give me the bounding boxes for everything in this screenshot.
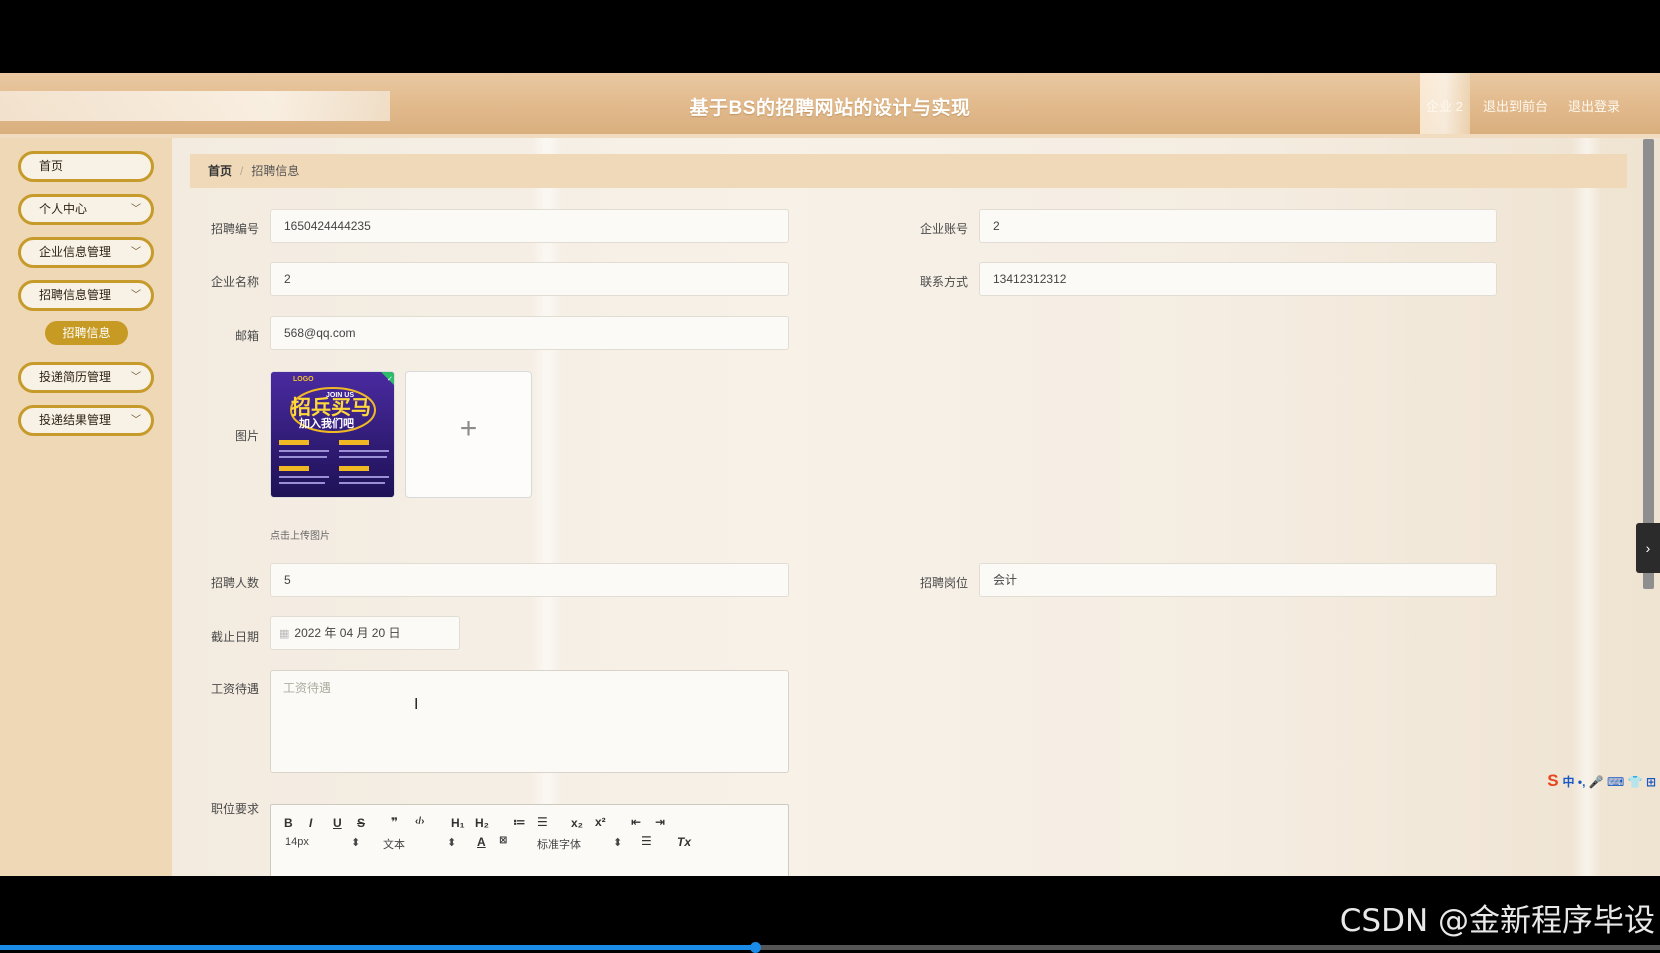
top-header: 基于BS的招聘网站的设计与实现 企业 2 退出到前台 退出登录 <box>0 73 1660 138</box>
h2-button[interactable]: H₂ <box>475 816 489 830</box>
requirement-label: 职位要求 <box>210 802 259 816</box>
svg-text:招兵买马: 招兵买马 <box>291 395 371 419</box>
video-progress-bar[interactable] <box>0 942 1660 953</box>
email-label: 邮箱 <box>234 329 259 343</box>
text-cursor-icon: Ⅰ <box>414 696 419 713</box>
contact-field[interactable]: 13412312312 <box>979 262 1497 296</box>
strike-button[interactable]: S <box>357 816 365 830</box>
chevron-down-icon: ﹀ <box>131 372 141 383</box>
breadcrumb-home[interactable]: 首页 <box>208 164 232 178</box>
outdent-button[interactable]: ⇤ <box>631 815 641 829</box>
svg-text:加入我们吧: 加入我们吧 <box>298 416 354 430</box>
recruit-no-field[interactable]: 1650424444235 <box>270 209 789 243</box>
bold-button[interactable]: B <box>284 816 293 830</box>
h1-button[interactable]: H₁ <box>451 816 465 830</box>
clear-format-button[interactable]: Tx <box>677 835 691 849</box>
salary-textarea[interactable]: 工资待遇 <box>270 670 789 773</box>
svg-text:✓: ✓ <box>387 375 393 383</box>
progress-knob[interactable] <box>750 942 761 953</box>
sidebar-item-recruit-info-mgmt[interactable]: 招聘信息管理 ﹀ <box>18 280 154 311</box>
sogou-icon: S <box>1547 771 1559 790</box>
svg-text:LOGO: LOGO <box>293 376 314 383</box>
deadline-date-picker[interactable]: ▦ 2022 年 04 月 20 日 <box>270 616 460 650</box>
uploaded-poster-image[interactable]: LOGO JOIN US 招兵买马 加入我们吧 ✓ <box>270 371 395 498</box>
indent-button[interactable]: ⇥ <box>655 815 665 829</box>
image-upload-button[interactable]: + <box>405 371 532 498</box>
salary-label: 工资待遇 <box>210 682 259 696</box>
recruit-no-label: 招聘编号 <box>210 222 259 236</box>
chevron-down-icon: ﹀ <box>131 204 141 215</box>
app-window: 基于BS的招聘网站的设计与实现 企业 2 退出到前台 退出登录 首页 个人中心 ﹀… <box>0 73 1660 876</box>
requirement-rich-editor[interactable]: B I U S ❞ ‹/› H₁ H₂ ≔ ☰ x₂ x² ⇤ ⇥ 14px ⬍… <box>270 804 789 876</box>
chevron-down-icon: ﹀ <box>131 415 141 426</box>
company-name-label: 企业名称 <box>210 275 259 289</box>
headcount-label: 招聘人数 <box>210 576 259 590</box>
company-account-label: 企业账号 <box>919 222 968 236</box>
subscript-button[interactable]: x₂ <box>571 816 583 830</box>
breadcrumb-current: 招聘信息 <box>251 164 300 178</box>
contact-label: 联系方式 <box>919 275 968 289</box>
select-arrows-icon: ⬍ <box>351 837 361 849</box>
back-to-front-link[interactable]: 退出到前台 <box>1483 96 1548 115</box>
deadline-label: 截止日期 <box>210 630 259 644</box>
font-family-select[interactable]: 标准字体 <box>537 836 581 852</box>
sidebar-item-result-mgmt[interactable]: 投递结果管理 ﹀ <box>18 405 154 436</box>
page-scrollbar[interactable] <box>1643 139 1654 589</box>
company-name-field[interactable]: 2 <box>270 262 789 296</box>
quote-button[interactable]: ❞ <box>391 815 398 829</box>
sidebar-subitem-recruit-info[interactable]: 招聘信息 <box>45 321 128 345</box>
superscript-button[interactable]: x² <box>595 815 606 829</box>
recruit-poster-graphic: LOGO JOIN US 招兵买马 加入我们吧 ✓ <box>271 372 394 497</box>
font-size-select[interactable]: 14px <box>285 836 309 848</box>
screen: 基于BS的招聘网站的设计与实现 企业 2 退出到前台 退出登录 首页 个人中心 ﹀… <box>0 0 1660 953</box>
ordered-list-button[interactable]: ≔ <box>513 815 526 829</box>
align-icon[interactable]: ☰ <box>641 834 652 848</box>
italic-button[interactable]: I <box>309 816 312 830</box>
background-color-icon[interactable]: ⊠ <box>499 835 507 846</box>
sidebar-item-home[interactable]: 首页 <box>18 151 154 182</box>
position-label: 招聘岗位 <box>919 576 968 590</box>
select-arrows-icon: ⬍ <box>613 837 623 849</box>
sidebar-item-personal-center[interactable]: 个人中心 ﹀ <box>18 194 154 225</box>
select-arrows-icon: ⬍ <box>447 837 457 849</box>
sidebar-item-company-info[interactable]: 企业信息管理 ﹀ <box>18 237 154 268</box>
chevron-down-icon: ﹀ <box>131 290 141 301</box>
watermark: CSDN @金新程序毕设 <box>1339 903 1655 939</box>
breadcrumb: 首页 / 招聘信息 <box>190 154 1627 188</box>
chevron-down-icon: ﹀ <box>131 247 141 258</box>
header-nav: 企业 2 退出到前台 退出登录 <box>1426 96 1620 115</box>
bullet-list-button[interactable]: ☰ <box>537 815 548 829</box>
company-account-field[interactable]: 2 <box>979 209 1497 243</box>
side-panel-toggle[interactable]: › <box>1636 523 1660 573</box>
progress-fill <box>0 945 755 950</box>
chevron-right-icon: › <box>1645 540 1651 556</box>
plus-icon: + <box>459 412 478 445</box>
ime-status: 中 •, 🎤 ⌨ 👕 ⊞ <box>1562 774 1656 789</box>
ime-toolbar[interactable]: S 中 •, 🎤 ⌨ 👕 ⊞ <box>1547 770 1656 792</box>
code-button[interactable]: ‹/› <box>415 816 424 827</box>
calendar-icon: ▦ <box>279 628 290 640</box>
font-color-icon[interactable]: A <box>477 835 486 849</box>
upload-tip: 点击上传图片 <box>270 531 330 542</box>
image-label: 图片 <box>234 429 259 443</box>
logout-link[interactable]: 退出登录 <box>1568 96 1620 115</box>
site-title: 基于BS的招聘网站的设计与实现 <box>689 98 971 119</box>
email-field[interactable]: 568@qq.com <box>270 316 789 350</box>
underline-button[interactable]: U <box>333 816 342 830</box>
position-field[interactable]: 会计 <box>979 563 1497 597</box>
sidebar-item-resume-mgmt[interactable]: 投递简历管理 ﹀ <box>18 362 154 393</box>
current-user: 企业 2 <box>1426 99 1463 114</box>
sidebar: 首页 个人中心 ﹀ 企业信息管理 ﹀ 招聘信息管理 ﹀ 招聘信息 投递简历管理 ﹀ 投递… <box>0 138 172 876</box>
block-type-select[interactable]: 文本 <box>383 836 405 852</box>
headcount-field[interactable]: 5 <box>270 563 789 597</box>
main-content: 首页 / 招聘信息 招聘编号 1650424444235 企业账号 2 企业名称 2… <box>172 138 1660 876</box>
